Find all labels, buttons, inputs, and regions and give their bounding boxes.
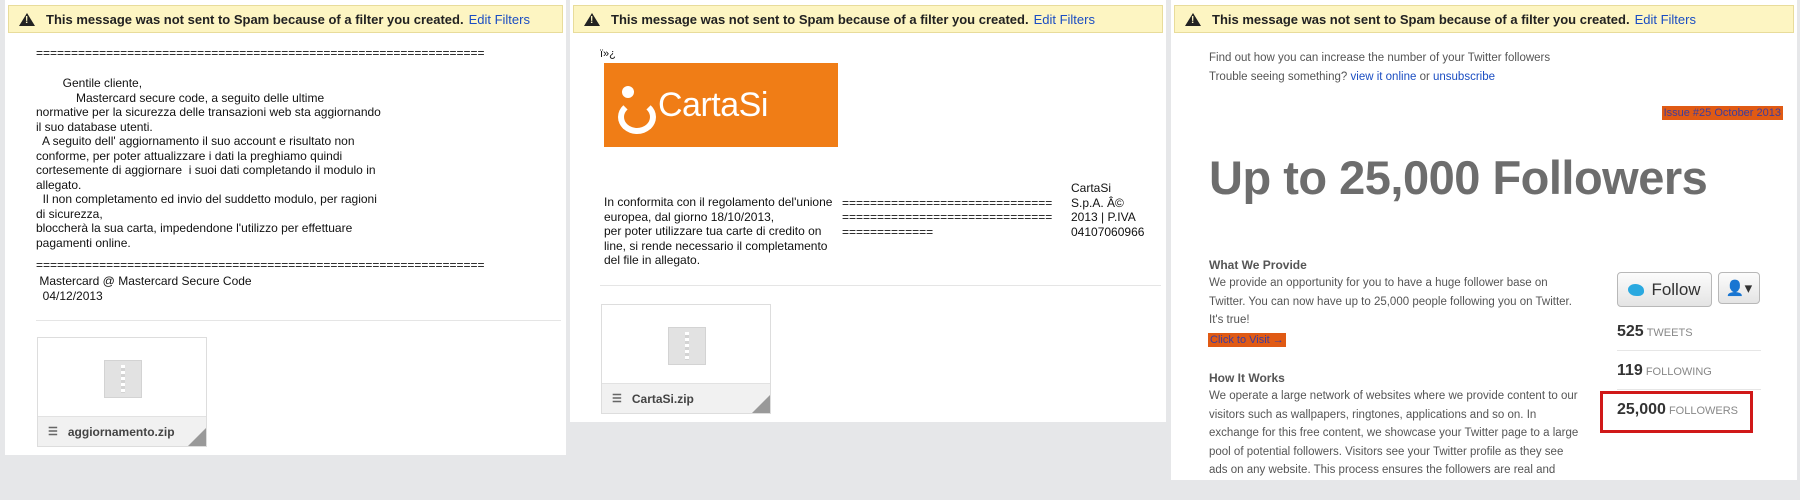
email-panel-twitter-followers: This message was not sent to Spam becaus… (1171, 0, 1797, 480)
banner-message: This message was not sent to Spam becaus… (1212, 11, 1630, 27)
edit-filters-link[interactable]: Edit Filters (1635, 12, 1696, 27)
warning-icon (19, 12, 35, 26)
banner-message: This message was not sent to Spam becaus… (46, 11, 464, 27)
click-to-visit-link[interactable]: Click to Visit → (1208, 333, 1286, 347)
divider (36, 320, 561, 321)
logo-text: CartaSi (658, 85, 768, 124)
email-panel-mastercard: This message was not sent to Spam becaus… (5, 0, 566, 455)
view-online-link[interactable]: view it online (1351, 71, 1417, 83)
separator-column: ============================== =========… (842, 195, 1053, 239)
attachment-bar: ☰ CartaSi.zip (602, 383, 770, 413)
or-text: or (1419, 71, 1430, 83)
provide-text: We provide an opportunity for you to hav… (1209, 277, 1572, 326)
page-corner-icon (188, 428, 206, 446)
warning-icon (1185, 12, 1201, 26)
tweets-stat: 525 TWEETS (1617, 323, 1693, 341)
follow-label: Follow (1651, 279, 1701, 299)
banner-message: This message was not sent to Spam becaus… (611, 11, 1029, 27)
trouble-line: Trouble seeing something? view it online… (1209, 68, 1495, 87)
twitter-bird-icon (1628, 283, 1645, 296)
zip-small-icon: ☰ (48, 426, 58, 438)
warning-icon (584, 12, 600, 26)
email-panel-cartasi: This message was not sent to Spam becaus… (570, 0, 1166, 422)
zip-small-icon: ☰ (612, 393, 622, 405)
divider (600, 285, 1161, 286)
cartasi-logo-icon (618, 86, 656, 134)
intro-text: Find out how you can increase the number… (1209, 52, 1551, 64)
following-label: FOLLOWING (1645, 366, 1712, 378)
trouble-text: Trouble seeing something? (1209, 71, 1348, 83)
attachment-card[interactable]: ☰ aggiornamento.zip (37, 337, 207, 447)
issue-badge: Issue #25 October 2013 (1661, 106, 1783, 120)
follow-button[interactable]: Follow (1617, 272, 1712, 307)
following-count: 119 (1617, 362, 1643, 379)
email-signature: Mastercard @ Mastercard Secure Code 04/1… (39, 274, 252, 303)
email-body-column: In conformita con il regolamento del'uni… (604, 195, 833, 267)
spam-filter-banner: This message was not sent to Spam becaus… (573, 5, 1163, 33)
tweets-label: TWEETS (1646, 327, 1693, 339)
zip-file-icon (104, 360, 142, 398)
spam-filter-banner: This message was not sent to Spam becaus… (1174, 5, 1794, 33)
how-text: We operate a large network of websites w… (1209, 390, 1579, 476)
garbled-text: ï»¿ (600, 48, 616, 60)
user-menu-button[interactable]: 👤▾ (1718, 272, 1760, 304)
page-corner-icon (752, 395, 770, 413)
separator-rule: ========================================… (36, 46, 485, 60)
unsubscribe-link[interactable]: unsubscribe (1433, 71, 1495, 83)
headline: Up to 25,000 Followers (1209, 151, 1708, 204)
separator-rule: ========================================… (36, 258, 485, 272)
attachment-filename: aggiornamento.zip (67, 424, 175, 439)
attachment-filename: CartaSi.zip (631, 391, 694, 406)
attachment-bar: ☰ aggiornamento.zip (38, 416, 206, 446)
edit-filters-link[interactable]: Edit Filters (469, 12, 530, 27)
email-body: Gentile cliente, Mastercard secure code,… (36, 76, 381, 250)
following-stat: 119 FOLLOWING (1617, 362, 1712, 380)
zip-file-icon (668, 327, 706, 365)
divider (1617, 350, 1761, 351)
spam-filter-banner: This message was not sent to Spam becaus… (8, 5, 563, 33)
cartasi-logo: CartaSi (604, 63, 838, 147)
followers-highlight-box (1600, 391, 1753, 433)
edit-filters-link[interactable]: Edit Filters (1034, 12, 1095, 27)
attachment-card[interactable]: ☰ CartaSi.zip (601, 304, 771, 414)
divider (1617, 389, 1761, 390)
tweets-count: 525 (1617, 323, 1644, 340)
section-heading: What We Provide (1209, 258, 1307, 272)
section-heading: How It Works (1209, 371, 1285, 385)
company-info-column: CartaSi S.p.A. Â© 2013 | P.IVA 041070609… (1071, 181, 1145, 239)
